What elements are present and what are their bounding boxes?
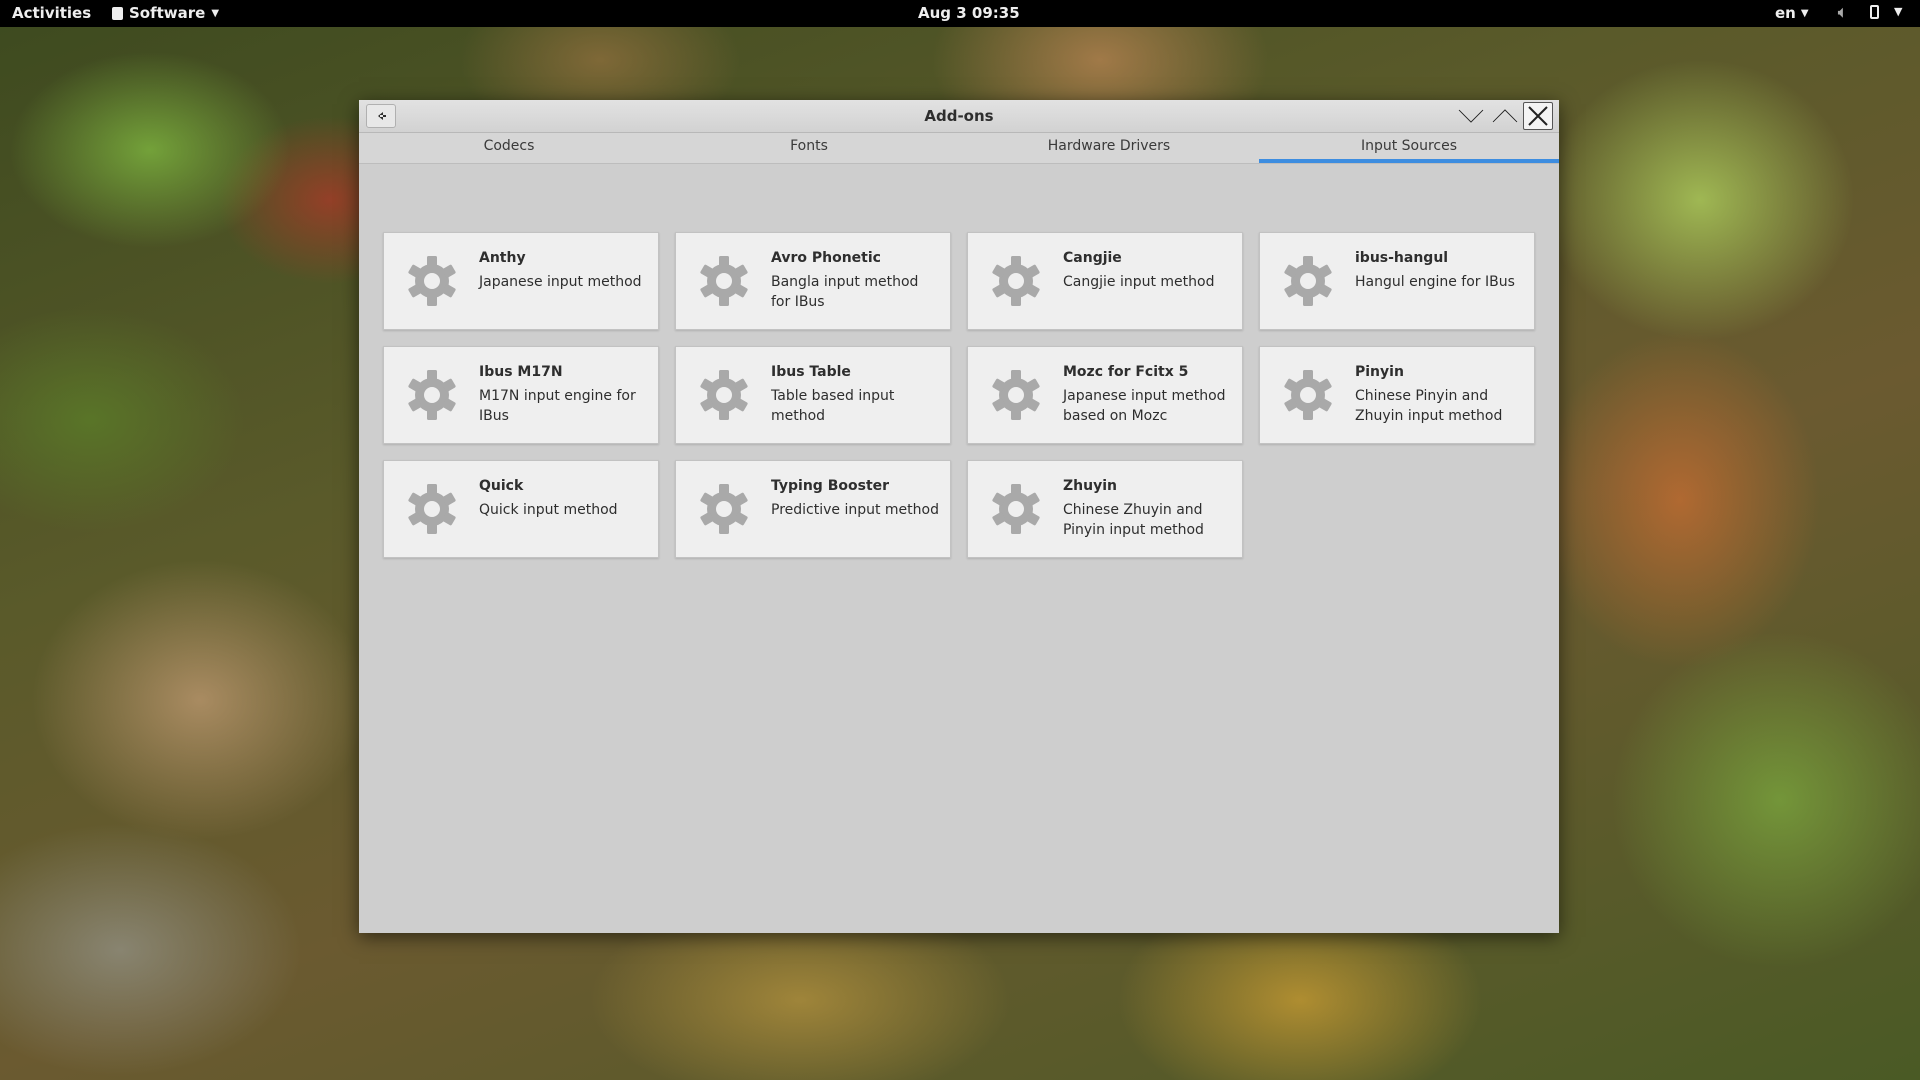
addon-name: Zhuyin	[1063, 478, 1117, 494]
addon-description: Table based input method	[771, 388, 895, 424]
addon-card-quick[interactable]: Quick Quick input method	[383, 460, 659, 558]
addon-card-ibus-hangul[interactable]: ibus-hangul Hangul engine for IBus	[1259, 232, 1535, 330]
gear-icon	[1284, 370, 1332, 420]
chevron-up-icon	[1492, 108, 1518, 123]
addons-window: Add-ons Codecs Fonts Hardware Drivers In…	[359, 100, 1559, 933]
addon-card-ibus-m17n[interactable]: Ibus M17N M17N input engine for IBus	[383, 346, 659, 444]
gear-icon	[1284, 256, 1332, 306]
back-button[interactable]	[366, 104, 396, 128]
tab-hardware-drivers[interactable]: Hardware Drivers	[959, 133, 1259, 163]
tab-input-sources[interactable]: Input Sources	[1259, 133, 1559, 163]
addon-name: Ibus M17N	[479, 364, 563, 380]
battery-icon[interactable]	[1870, 5, 1879, 19]
addon-name: Mozc for Fcitx 5	[1063, 364, 1189, 380]
gear-icon	[700, 370, 748, 420]
chevron-down-icon: ▼	[1800, 7, 1809, 19]
top-bar: Activities Software ▼ Aug 3 09:35 en ▼ 🔈…	[0, 0, 1920, 27]
gear-icon	[992, 256, 1040, 306]
addon-card-zhuyin[interactable]: Zhuyin Chinese Zhuyin and Pinyin input m…	[967, 460, 1243, 558]
addon-card-cangjie[interactable]: Cangjie Cangjie input method	[967, 232, 1243, 330]
activities-button[interactable]: Activities	[12, 4, 91, 22]
gear-icon	[992, 370, 1040, 420]
clock[interactable]: Aug 3 09:35	[918, 4, 1020, 22]
addon-name: Cangjie	[1063, 250, 1122, 266]
addon-name: Ibus Table	[771, 364, 851, 380]
addon-name: Avro Phonetic	[771, 250, 881, 266]
volume-icon[interactable]: 🔈︎	[1838, 3, 1847, 21]
addon-card-pinyin[interactable]: Pinyin Chinese Pinyin and Zhuyin input m…	[1259, 346, 1535, 444]
maximize-button[interactable]	[1490, 102, 1520, 130]
back-arrow-icon	[378, 112, 386, 120]
addon-description: Chinese Zhuyin and Pinyin input method	[1063, 502, 1204, 538]
app-menu-button[interactable]: Software ▼	[112, 4, 219, 22]
addon-description: Predictive input method	[771, 502, 939, 518]
language-label: en	[1775, 4, 1796, 22]
chevron-down-icon: ▼	[211, 7, 220, 19]
addon-description: M17N input engine for IBus	[479, 388, 636, 424]
addon-description: Hangul engine for IBus	[1355, 274, 1515, 290]
gear-icon	[700, 484, 748, 534]
addon-name: ibus-hangul	[1355, 250, 1449, 266]
gear-icon	[408, 256, 456, 306]
addon-card-ibus-table[interactable]: Ibus Table Table based input method	[675, 346, 951, 444]
tab-codecs[interactable]: Codecs	[359, 133, 659, 163]
tab-bar: Codecs Fonts Hardware Drivers Input Sour…	[359, 133, 1559, 164]
addon-name: Pinyin	[1355, 364, 1404, 380]
gear-icon	[700, 256, 748, 306]
addon-name: Anthy	[479, 250, 526, 266]
tab-fonts[interactable]: Fonts	[659, 133, 959, 163]
addon-description: Chinese Pinyin and Zhuyin input method	[1355, 388, 1503, 424]
addon-card-anthy[interactable]: Anthy Japanese input method	[383, 232, 659, 330]
system-menu-chevron-icon[interactable]: ▼	[1894, 5, 1902, 18]
addon-description: Japanese input method based on Mozc	[1063, 388, 1226, 424]
app-menu-label: Software	[129, 4, 206, 22]
addon-name: Typing Booster	[771, 478, 890, 494]
close-button[interactable]	[1523, 102, 1553, 130]
addon-card-avro-phonetic[interactable]: Avro Phonetic Bangla input method for IB…	[675, 232, 951, 330]
addon-name: Quick	[479, 478, 524, 494]
addon-card-typing-booster[interactable]: Typing Booster Predictive input method	[675, 460, 951, 558]
addon-card-mozc-for-fcitx-5[interactable]: Mozc for Fcitx 5 Japanese input method b…	[967, 346, 1243, 444]
addon-description: Quick input method	[479, 502, 618, 518]
addon-description: Cangjie input method	[1063, 274, 1215, 290]
minimize-button[interactable]	[1456, 102, 1486, 130]
shopping-bag-icon	[112, 6, 123, 20]
addon-description: Japanese input method	[479, 274, 642, 290]
gear-icon	[408, 484, 456, 534]
close-icon	[1528, 106, 1548, 126]
language-indicator[interactable]: en ▼	[1775, 4, 1809, 22]
title-bar[interactable]: Add-ons	[359, 100, 1559, 133]
addon-description: Bangla input method for IBus	[771, 274, 919, 310]
chevron-down-icon	[1458, 109, 1484, 124]
window-title: Add-ons	[924, 107, 994, 125]
gear-icon	[408, 370, 456, 420]
gear-icon	[992, 484, 1040, 534]
